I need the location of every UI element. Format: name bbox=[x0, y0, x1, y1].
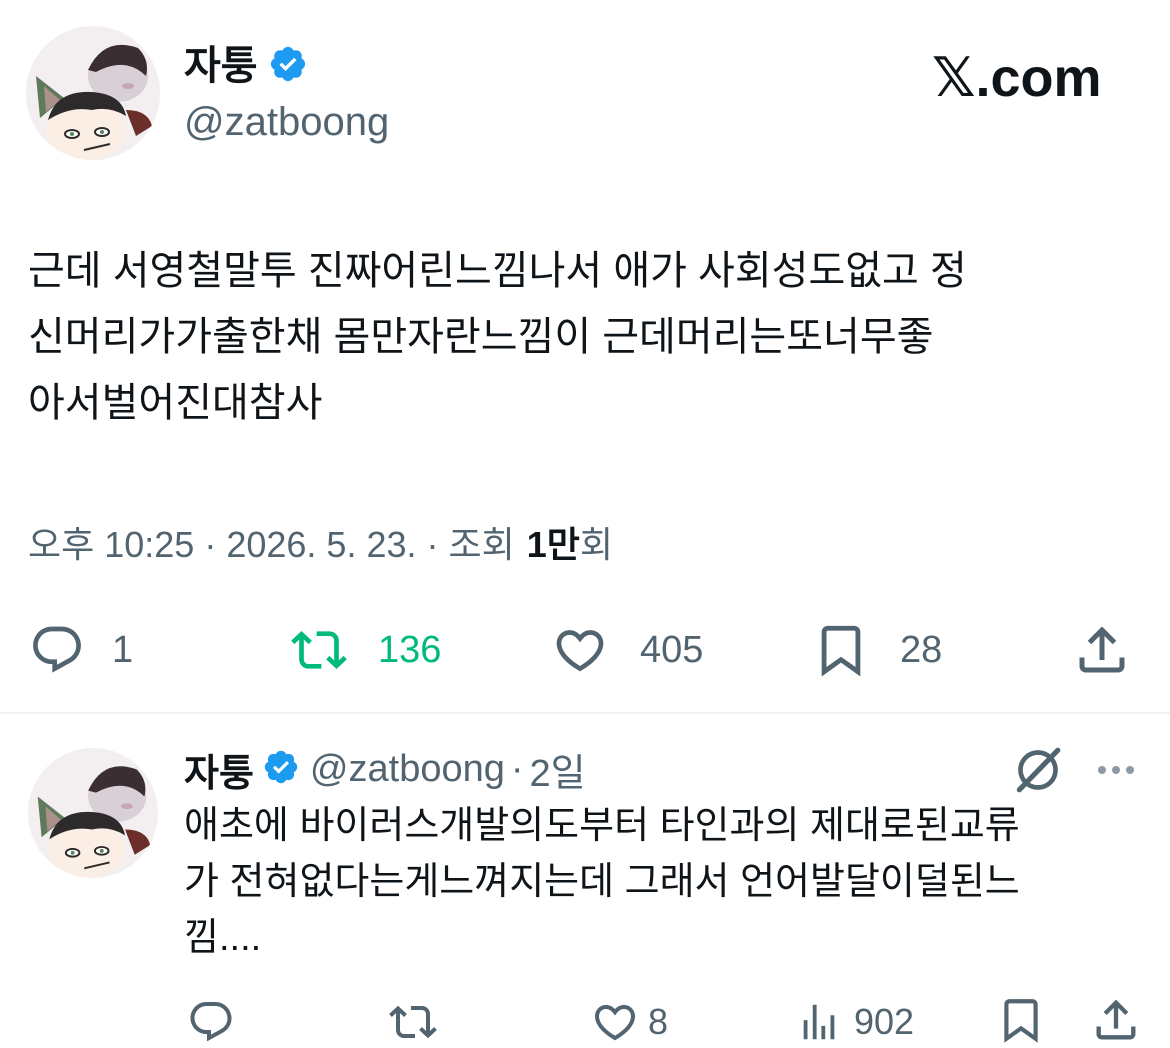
meta-separator: · bbox=[204, 524, 217, 565]
reply-button[interactable]: 1 bbox=[28, 622, 133, 678]
meta-separator: · bbox=[426, 524, 439, 565]
reply-author-name[interactable]: 자퉁 bbox=[184, 742, 254, 797]
author-name: 자퉁 bbox=[184, 44, 258, 88]
reply-icon bbox=[33, 626, 81, 673]
more-icon[interactable] bbox=[1092, 752, 1140, 793]
x-brand-logo: 𝕏.com bbox=[932, 48, 1102, 108]
tweet-text-line: 아서벌어진대참사 bbox=[28, 381, 323, 425]
tweet-divider bbox=[0, 712, 1170, 714]
reply-retweet-button[interactable] bbox=[384, 996, 442, 1048]
avatar-illustration bbox=[26, 26, 160, 160]
reply-count: 1 bbox=[112, 628, 134, 671]
author-avatar[interactable] bbox=[26, 26, 160, 160]
tweet-text: 근데 서영철말투 진짜어린느낌나서 애가 사회성도없고 정 신머리가가출한채 몸… bbox=[28, 238, 1158, 436]
reply-age[interactable]: 2일 bbox=[530, 742, 586, 797]
share-button[interactable] bbox=[1072, 620, 1132, 680]
author-name-row[interactable]: 자퉁 bbox=[184, 40, 308, 92]
reply-icon bbox=[190, 1002, 232, 1042]
reply-like-button[interactable]: 8 bbox=[588, 996, 668, 1048]
share-icon bbox=[1096, 999, 1136, 1040]
reply-text: 애초에 바이러스개발의도부터 타인과의 제대로된교류 가 전혀없다는게느껴지는데… bbox=[184, 798, 1154, 966]
reply-views-count: 902 bbox=[854, 1001, 915, 1042]
avatar-illustration bbox=[28, 748, 158, 878]
reply-share-button[interactable] bbox=[1090, 994, 1142, 1046]
bookmark-button[interactable]: 28 bbox=[812, 620, 942, 680]
retweet-icon bbox=[389, 1005, 437, 1039]
reply-text-line: 가 전혀없다는게느껴지는데 그래서 언어발달이덜된느 bbox=[184, 861, 1020, 903]
reply-like-count: 8 bbox=[648, 1001, 669, 1042]
verified-badge-icon[interactable] bbox=[268, 44, 308, 89]
like-button[interactable]: 405 bbox=[548, 622, 703, 678]
views-suffix: 회 bbox=[579, 524, 614, 565]
reply-text-line: 애초에 바이러스개발의도부터 타인과의 제대로된교류 bbox=[184, 805, 1020, 847]
tweet-text-line: 근데 서영철말투 진짜어린느낌나서 애가 사회성도없고 정 bbox=[28, 249, 967, 293]
reply-reply-button[interactable] bbox=[186, 996, 236, 1048]
bookmark-icon bbox=[1004, 999, 1038, 1043]
views-count[interactable]: 1만 bbox=[527, 520, 580, 570]
reply-header: 자퉁 @zatboong · 2일 bbox=[184, 742, 586, 797]
like-count: 405 bbox=[640, 628, 704, 671]
reply-text-line: 낌.... bbox=[184, 917, 262, 959]
author-handle[interactable]: @zatboong bbox=[184, 96, 389, 148]
like-icon bbox=[556, 630, 604, 672]
reply-separator: · bbox=[510, 747, 524, 790]
tweet-time[interactable]: 오후 10:25 bbox=[28, 520, 194, 570]
reply-views-button[interactable]: 902 bbox=[796, 996, 914, 1048]
like-icon bbox=[594, 1005, 636, 1041]
tweet-text-line: 신머리가가출한채 몸만자란느낌이 근데머리는또너무좋 bbox=[28, 315, 934, 359]
retweet-count: 136 bbox=[378, 628, 442, 671]
reply-author-handle[interactable]: @zatboong bbox=[310, 748, 505, 791]
reply-author-avatar[interactable] bbox=[28, 748, 158, 878]
views-icon bbox=[803, 1004, 835, 1040]
reply-bookmark-button[interactable] bbox=[996, 994, 1046, 1046]
bookmark-count: 28 bbox=[900, 628, 943, 671]
grok-icon[interactable] bbox=[1010, 742, 1066, 803]
retweet-icon bbox=[291, 631, 347, 669]
share-icon bbox=[1079, 626, 1125, 673]
bookmark-icon bbox=[821, 625, 861, 677]
retweet-button[interactable]: 136 bbox=[284, 622, 441, 678]
views-label: 조회 bbox=[448, 524, 515, 565]
tweet-date[interactable]: 2026. 5. 23. bbox=[226, 520, 416, 570]
tweet-meta: 오후 10:25 · 2026. 5. 23. · 조회 1만 회 bbox=[28, 520, 613, 570]
verified-badge-icon[interactable] bbox=[262, 748, 300, 791]
